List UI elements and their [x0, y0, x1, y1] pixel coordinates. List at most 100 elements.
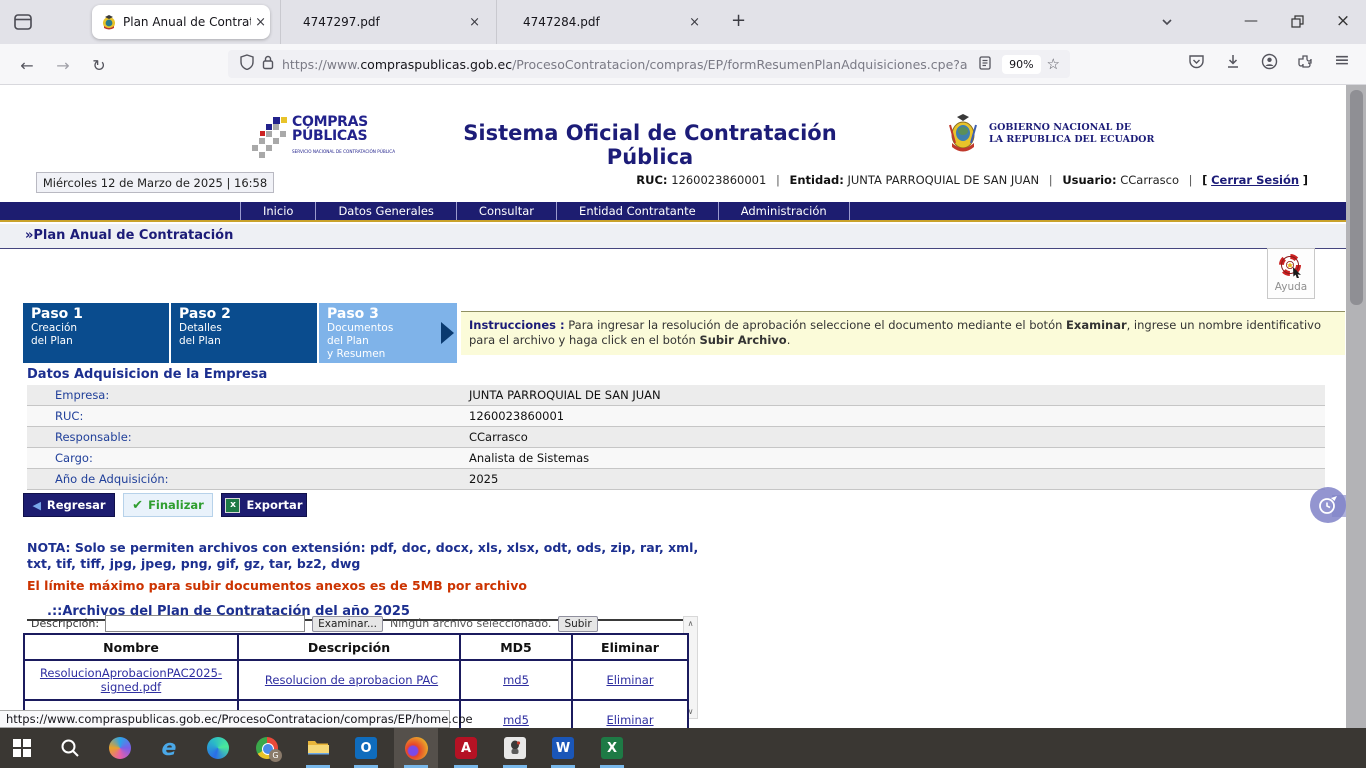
firefox-icon-active[interactable]	[394, 728, 438, 768]
step-arrow-icon	[441, 322, 454, 344]
nav-item-entidad-contratante[interactable]: Entidad Contratante	[556, 202, 718, 220]
no-file-text: Ningún archivo seleccionado.	[390, 617, 551, 630]
firefox-view-icon[interactable]	[12, 11, 34, 33]
table-row: Responsable:CCarrasco	[27, 427, 1325, 448]
ruc-label: RUC:	[636, 173, 667, 187]
file-description-link[interactable]: Resolucion de aprobacion PAC	[265, 673, 438, 687]
breadcrumb-row: »Plan Anual de Contratación	[0, 224, 1347, 249]
java-app-icon[interactable]	[493, 728, 537, 768]
restore-button[interactable]	[1274, 0, 1320, 42]
page-scrollbar[interactable]	[1346, 85, 1366, 729]
logout-link[interactable]: Cerrar Sesión	[1211, 173, 1299, 187]
back-arrow-icon: ◀	[32, 499, 40, 512]
search-icon[interactable]	[48, 728, 92, 768]
list-all-tabs-icon[interactable]	[1160, 14, 1174, 33]
nav-item-administracion[interactable]: Administración	[718, 202, 850, 220]
close-tab-icon[interactable]: ×	[465, 15, 484, 30]
back-icon[interactable]: ←	[14, 52, 40, 78]
table-row: Empresa:JUNTA PARROQUIAL DE SAN JUAN	[27, 385, 1325, 406]
close-button[interactable]: ×	[1320, 0, 1366, 42]
excel-icon[interactable]: X	[590, 728, 634, 768]
minimize-button[interactable]: —	[1228, 0, 1274, 42]
close-tab-icon[interactable]: ×	[251, 15, 270, 30]
step-paso-1: Paso 1 Creación del Plan	[23, 303, 169, 363]
usuario-value: CCarrasco	[1120, 173, 1179, 187]
zoom-level-badge[interactable]: 90%	[1002, 55, 1040, 74]
outlook-icon[interactable]: O	[344, 728, 388, 768]
exportar-button[interactable]: x Exportar	[221, 493, 307, 517]
scrollbar-thumb[interactable]	[1350, 90, 1363, 305]
file-explorer-icon[interactable]	[296, 728, 340, 768]
eliminar-link[interactable]: Eliminar	[606, 673, 653, 687]
nota-text: NOTA: Solo se permiten archivos con exte…	[27, 540, 705, 572]
descripcion-label: Descripción:	[31, 617, 99, 630]
status-bar-url: https://www.compraspublicas.gob.ec/Proce…	[0, 710, 450, 728]
logo-text-2: PÚBLICAS	[292, 129, 395, 143]
tab-pdf-4747297[interactable]: 4747297.pdf ×	[280, 0, 492, 44]
close-tab-icon[interactable]: ×	[685, 15, 704, 30]
account-icon[interactable]	[1261, 53, 1278, 74]
copilot-icon[interactable]	[98, 728, 142, 768]
entidad-value: JUNTA PARROQUIAL DE SAN JUAN	[847, 173, 1039, 187]
ruc-value: 1260023860001	[671, 173, 766, 187]
table-row: Cargo:Analista de Sistemas	[27, 448, 1325, 469]
nav-item-datos-generales[interactable]: Datos Generales	[315, 202, 455, 220]
lifebuoy-help-icon	[1278, 254, 1304, 280]
bookmark-star-icon[interactable]: ☆	[1047, 55, 1060, 73]
internet-explorer-icon[interactable]: e	[147, 728, 191, 768]
reload-icon[interactable]: ↻	[86, 52, 112, 78]
pocket-icon[interactable]	[1188, 53, 1205, 74]
page-title: »Plan Anual de Contratación	[25, 228, 233, 243]
finalizar-button[interactable]: ✔ Finalizar	[123, 493, 213, 517]
taskbar: e G O A	[0, 728, 1366, 768]
extensions-puzzle-icon[interactable]	[1297, 53, 1314, 74]
logo-tagline: SERVICIO NACIONAL DE CONTRATACIÓN PÚBLIC…	[292, 145, 395, 159]
datos-section-title: Datos Adquisicion de la Empresa	[27, 367, 267, 382]
subir-button[interactable]: Subir	[558, 616, 597, 632]
url-bar[interactable]: https://www.compraspublicas.gob.ec/Proce…	[228, 50, 1070, 78]
gobierno-logo: GOBIERNO NACIONAL DE LA REPUBLICA DEL EC…	[945, 113, 1154, 155]
md5-link[interactable]: md5	[503, 713, 529, 727]
tab-title: Plan Anual de Contratación	[123, 15, 251, 29]
logo-text-1: COMPRAS	[292, 115, 395, 129]
file-name-link[interactable]: ResolucionAprobacionPAC2025-signed.pdf	[40, 666, 222, 694]
ecuador-coat-of-arms	[945, 113, 981, 155]
tab-plan-anual[interactable]: Plan Anual de Contratación ×	[92, 5, 270, 39]
acrobat-icon[interactable]: A	[444, 728, 488, 768]
start-button[interactable]	[0, 728, 44, 768]
md5-link[interactable]: md5	[503, 673, 529, 687]
reader-view-icon[interactable]	[978, 55, 992, 74]
lock-icon[interactable]	[262, 55, 274, 74]
screen: Plan Anual de Contratación × 4747297.pdf…	[0, 0, 1366, 768]
limit-warning-text: El límite máximo para subir documentos a…	[27, 578, 527, 593]
edge-icon[interactable]	[196, 728, 240, 768]
nav-item-inicio[interactable]: Inicio	[240, 202, 315, 220]
main-nav: Inicio Datos Generales Consultar Entidad…	[0, 202, 1347, 222]
clock-icon	[1310, 487, 1346, 523]
files-header-row: Nombre Descripción MD5 Eliminar	[24, 634, 688, 660]
session-info: RUC: 1260023860001 | Entidad: JUNTA PARR…	[636, 173, 1308, 187]
ecuador-crest-favicon	[101, 14, 117, 30]
descripcion-input[interactable]	[105, 615, 305, 632]
site-title: Sistema Oficial de Contratación Pública	[420, 121, 880, 169]
eliminar-link[interactable]: Eliminar	[606, 713, 653, 727]
table-row: RUC:1260023860001	[27, 406, 1325, 427]
shield-icon[interactable]	[240, 54, 254, 74]
overlay-clock-widget[interactable]	[1310, 487, 1348, 525]
tab-pdf-4747284[interactable]: 4747284.pdf ×	[496, 0, 712, 44]
new-tab-button[interactable]: +	[731, 10, 746, 31]
forward-icon[interactable]: →	[50, 52, 76, 78]
page-content: COMPRAS PÚBLICAS SERVICIO NACIONAL DE CO…	[0, 84, 1366, 729]
word-icon[interactable]: W	[541, 728, 585, 768]
downloads-icon[interactable]	[1225, 53, 1241, 74]
scroll-up-icon[interactable]: ∧	[684, 617, 697, 630]
url-text: https://www.compraspublicas.gob.ec/Proce…	[282, 57, 974, 72]
menu-hamburger-icon[interactable]: ≡	[1334, 49, 1350, 71]
ayuda-button[interactable]: Ayuda	[1267, 248, 1315, 299]
nav-item-consultar[interactable]: Consultar	[456, 202, 556, 220]
regresar-button[interactable]: ◀ Regresar	[23, 493, 115, 517]
chrome-icon[interactable]: G	[245, 728, 289, 768]
tab-strip: Plan Anual de Contratación × 4747297.pdf…	[0, 0, 1366, 44]
examinar-button[interactable]: Examinar...	[312, 616, 383, 632]
entidad-label: Entidad:	[790, 173, 844, 187]
